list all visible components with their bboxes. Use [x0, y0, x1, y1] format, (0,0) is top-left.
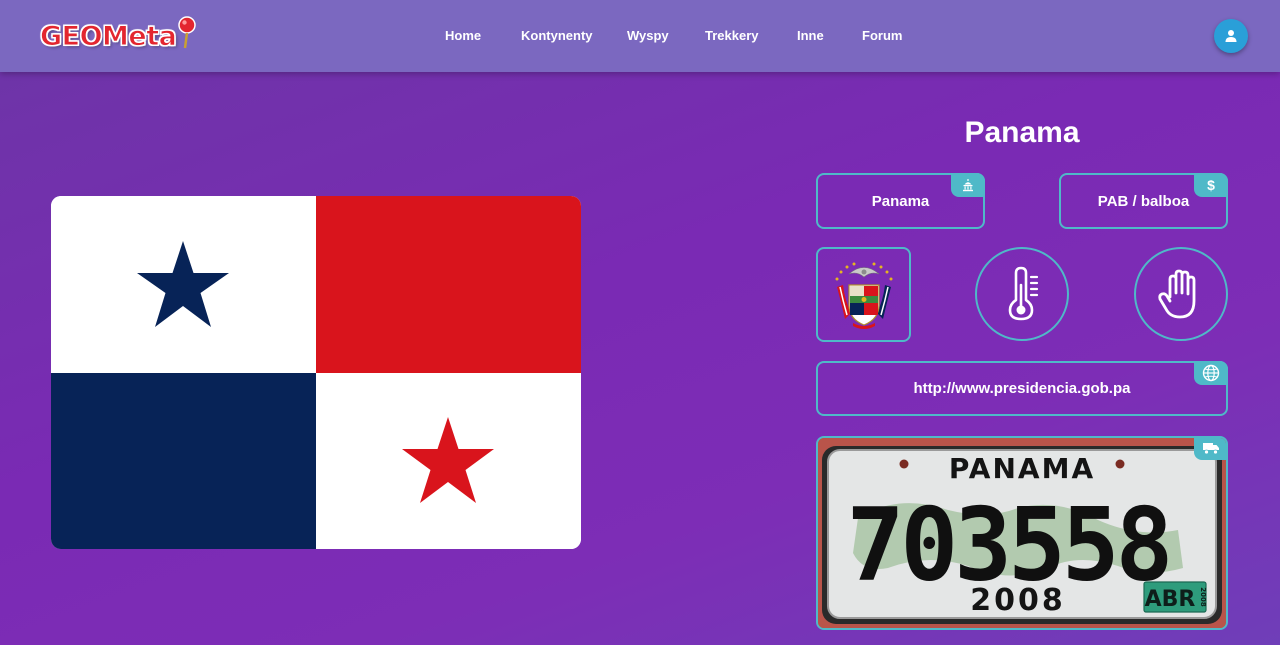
driving-side-button[interactable] [1134, 247, 1228, 341]
capital-text: Panama [871, 192, 930, 210]
currency-box[interactable]: PAB / balboa $ [1059, 173, 1228, 229]
dollar-icon: $ [1207, 177, 1215, 193]
nav-inne[interactable]: Inne [797, 26, 824, 45]
plate-country-text: PANAMA [949, 452, 1095, 485]
currency-tag: $ [1194, 173, 1228, 197]
capital-box[interactable]: Panama [816, 173, 985, 229]
site-logo[interactable]: GEOMeta [39, 16, 197, 56]
climate-button[interactable] [975, 247, 1069, 341]
coat-of-arms-button[interactable] [816, 247, 911, 342]
country-name-title: Panama [964, 116, 1080, 149]
panama-flag-image [51, 196, 581, 549]
plate-tag [1194, 438, 1226, 460]
nav-trekkery[interactable]: Trekkery [705, 26, 759, 45]
website-tag [1194, 361, 1228, 385]
license-plate-image: PANAMA 703558 2008 ABR 2008 [818, 438, 1226, 628]
website-link[interactable]: http://www.presidencia.gob.pa [914, 380, 1131, 397]
map-pin-icon [178, 16, 197, 49]
plate-sticker-month: ABR [1145, 587, 1196, 612]
currency-text: PAB / balboa [1097, 192, 1190, 210]
top-navbar: GEOMeta Home Kontynenty Wyspy Trekkery I… [0, 0, 1280, 72]
website-box[interactable]: http://www.presidencia.gob.pa [816, 361, 1228, 416]
capital-tag [951, 173, 985, 197]
license-plate-box[interactable]: PANAMA 703558 2008 ABR 2008 [816, 436, 1228, 630]
plate-year-text: 2008 [970, 583, 1066, 618]
user-icon [1225, 30, 1237, 42]
hand-icon [1158, 269, 1196, 319]
thermometer-icon [1008, 266, 1039, 321]
nav-wyspy[interactable]: Wyspy [627, 26, 669, 45]
user-account-button[interactable] [1214, 19, 1248, 53]
capitol-building-icon [963, 179, 973, 192]
country-flag [51, 196, 581, 549]
nav-kontynenty[interactable]: Kontynenty [521, 26, 593, 45]
nav-forum[interactable]: Forum [862, 26, 902, 45]
plate-sticker-year: 2008 [1199, 587, 1207, 607]
globe-icon [1202, 364, 1220, 382]
nav-home[interactable]: Home [445, 26, 481, 45]
coat-of-arms-image [835, 262, 892, 329]
logo-text: GEOMeta [39, 20, 177, 52]
truck-icon [1203, 443, 1219, 455]
